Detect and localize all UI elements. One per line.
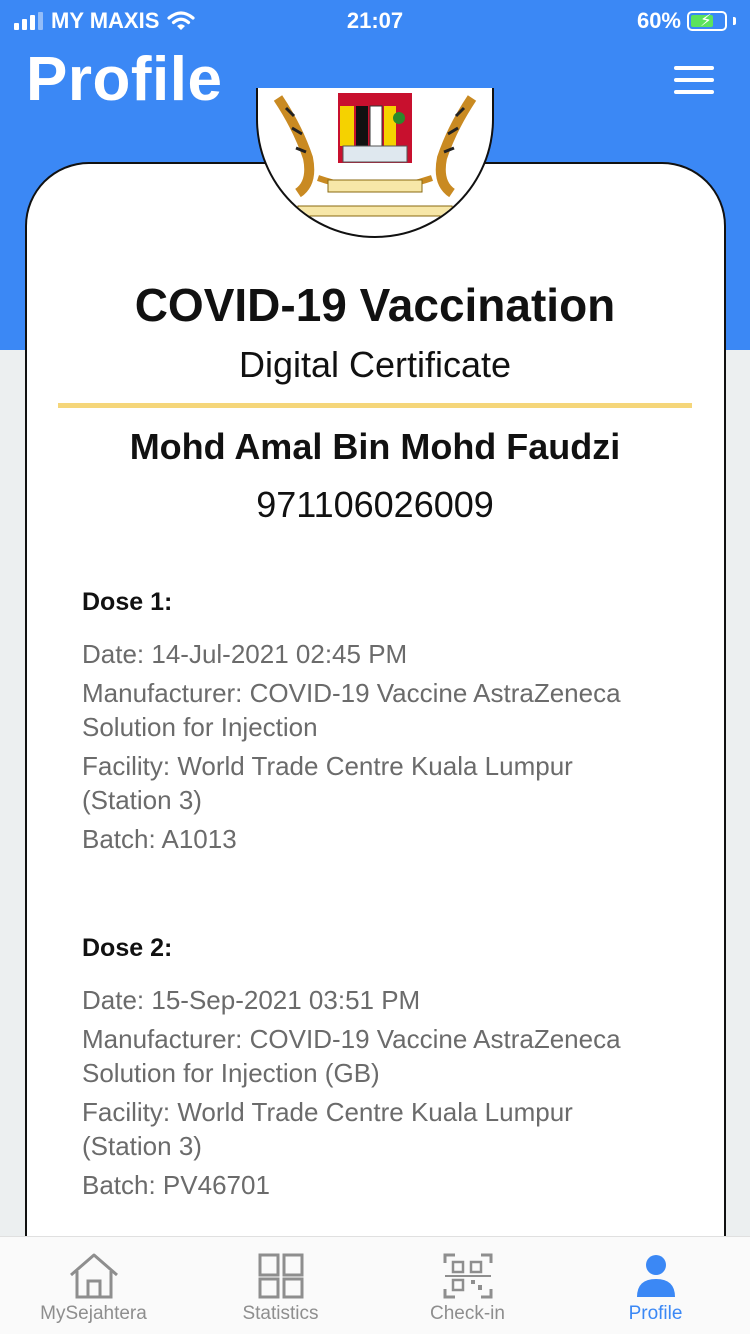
dose-facility: Facility: World Trade Centre Kuala Lumpu… bbox=[82, 1097, 573, 1127]
dose-manufacturer: Manufacturer: COVID-19 Vaccine AstraZene… bbox=[82, 1024, 621, 1054]
dose-1-section: Dose 1: Date: 14-Jul-2021 02:45 PM Manuf… bbox=[82, 588, 682, 861]
battery-tip bbox=[733, 17, 736, 25]
battery-icon: ⚡ bbox=[687, 11, 727, 31]
hamburger-menu-icon[interactable] bbox=[674, 66, 714, 96]
dose-heading: Dose 2: bbox=[82, 934, 173, 962]
dose-facility: Facility: World Trade Centre Kuala Lumpu… bbox=[82, 751, 573, 781]
status-right: 60% ⚡ bbox=[637, 8, 736, 34]
tab-mysejahtera[interactable]: MySejahtera bbox=[0, 1237, 187, 1334]
home-icon bbox=[69, 1253, 118, 1299]
bottom-tab-bar: MySejahtera Statistics Check-in Profile bbox=[0, 1236, 750, 1334]
holder-name: Mohd Amal Bin Mohd Faudzi bbox=[129, 426, 621, 467]
dose-manufacturer-cont: Solution for Injection bbox=[82, 712, 318, 742]
tab-check-in[interactable]: Check-in bbox=[374, 1237, 561, 1334]
tab-label: Check-in bbox=[430, 1303, 505, 1324]
qr-scan-icon bbox=[443, 1253, 492, 1299]
gold-divider bbox=[58, 403, 692, 408]
status-bar: MY MAXIS 21:07 60% ⚡ bbox=[0, 0, 750, 42]
tab-label: MySejahtera bbox=[40, 1303, 147, 1324]
dose-2-section: Dose 2: Date: 15-Sep-2021 03:51 PM Manuf… bbox=[82, 934, 682, 1207]
battery-percent: 60% bbox=[636, 8, 681, 33]
dose-batch: Batch: PV46701 bbox=[82, 1170, 270, 1200]
holder-id-number: 971106026009 bbox=[256, 484, 494, 525]
grid-icon bbox=[258, 1253, 303, 1299]
tab-label: Statistics bbox=[242, 1303, 319, 1324]
dose-manufacturer-cont: Solution for Injection (GB) bbox=[82, 1058, 380, 1088]
dose-heading: Dose 1: bbox=[82, 588, 173, 616]
dose-facility-cont: (Station 3) bbox=[82, 785, 202, 815]
dose-date: Date: 15-Sep-2021 03:51 PM bbox=[82, 985, 421, 1015]
person-icon bbox=[636, 1255, 675, 1297]
tab-label: Profile bbox=[628, 1303, 683, 1324]
dose-facility-cont: (Station 3) bbox=[82, 1131, 202, 1161]
tab-profile[interactable]: Profile bbox=[562, 1237, 749, 1334]
certificate-title: COVID-19 Vaccination bbox=[134, 279, 616, 331]
tab-statistics[interactable]: Statistics bbox=[187, 1237, 374, 1334]
dose-date: Date: 14-Jul-2021 02:45 PM bbox=[82, 639, 408, 669]
page-title: Profile bbox=[26, 45, 223, 114]
dose-manufacturer: Manufacturer: COVID-19 Vaccine AstraZene… bbox=[82, 678, 621, 708]
dose-batch: Batch: A1013 bbox=[82, 824, 237, 854]
certificate-subtitle: Digital Certificate bbox=[238, 344, 512, 385]
